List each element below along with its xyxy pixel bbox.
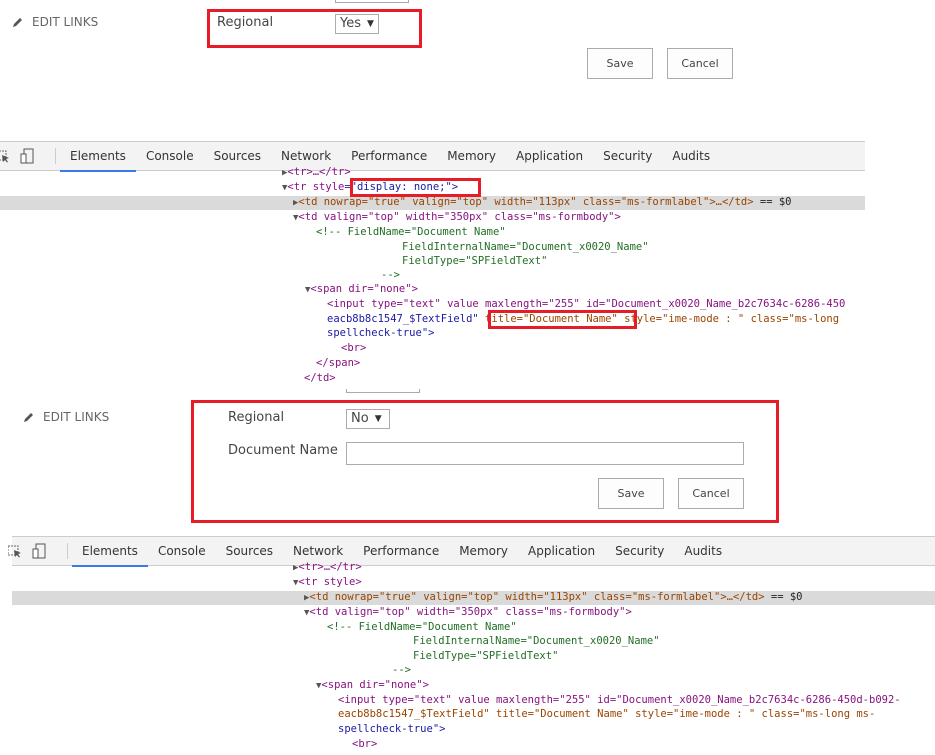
dom-node-span-close: </span>: [316, 357, 361, 369]
dom-node-td-formlabel[interactable]: ▶<td nowrap="true" valign="top" width="1…: [293, 195, 792, 211]
devtools-toolbar: Elements Console Sources Network Perform…: [8, 536, 935, 567]
dom-node[interactable]: ▶<tr>…</tr>: [282, 165, 351, 181]
device-toggle-icon[interactable]: [32, 543, 46, 559]
comment-line: -->: [381, 269, 400, 281]
edit-links-label: EDIT LINKS: [43, 410, 110, 424]
comment-line: <!-- FieldName="Document Name": [316, 226, 506, 238]
tab-security[interactable]: Security: [593, 142, 662, 171]
tab-memory[interactable]: Memory: [437, 142, 506, 171]
tab-console[interactable]: Console: [148, 537, 216, 566]
cancel-button[interactable]: Cancel: [678, 478, 744, 509]
dom-node-input-cont: eacb8b8c1547_$TextField" title="Document…: [338, 708, 876, 720]
regional-select[interactable]: Yes ▼: [335, 14, 379, 34]
tab-sources[interactable]: Sources: [204, 142, 271, 171]
highlight-box-title-attr: [488, 310, 637, 329]
dom-node-td-formlabel[interactable]: ▶<td nowrap="true" valign="top" width="1…: [304, 590, 803, 606]
comment-line: FieldType="SPFieldText": [402, 255, 548, 267]
regional-label: Regional: [228, 410, 285, 425]
tab-sources[interactable]: Sources: [216, 537, 283, 566]
comment-line: <!-- FieldName="Document Name": [327, 621, 517, 633]
pencil-icon: [13, 18, 22, 27]
document-name-input[interactable]: [346, 442, 744, 465]
partial-input-box: [335, 0, 409, 3]
tab-console[interactable]: Console: [136, 142, 204, 171]
cancel-button[interactable]: Cancel: [667, 48, 733, 79]
regional-label: Regional: [217, 15, 274, 30]
device-toggle-icon[interactable]: [20, 148, 34, 164]
regional-select-value: Yes: [340, 16, 361, 31]
dom-node-td-close: </td>: [304, 372, 336, 384]
edit-links-link[interactable]: EDIT LINKS: [23, 410, 109, 424]
devtools-toolbar: Elements Console Sources Network Perform…: [0, 141, 865, 172]
tab-audits[interactable]: Audits: [662, 142, 720, 171]
dom-node-input-cont: spellcheck-true">: [338, 723, 446, 735]
comment-line: FieldType="SPFieldText": [413, 650, 559, 662]
dom-node[interactable]: ▶<tr>…</tr>: [293, 560, 362, 576]
comment-line: FieldInternalName="Document_x0020_Name": [413, 635, 660, 647]
tab-performance[interactable]: Performance: [353, 537, 449, 566]
comment-line: FieldInternalName="Document_x0020_Name": [402, 241, 649, 253]
pencil-icon: [24, 413, 33, 422]
save-button[interactable]: Save: [598, 478, 664, 509]
toolbar-separator: [55, 148, 56, 164]
dom-node-span[interactable]: ▼<span dir="none">: [305, 282, 418, 298]
dom-node-input-cont: spellcheck-true">: [327, 327, 435, 339]
tab-performance[interactable]: Performance: [341, 142, 437, 171]
dom-node-span[interactable]: ▼<span dir="none">: [316, 678, 429, 694]
regional-select[interactable]: No ▼: [346, 409, 390, 429]
save-button[interactable]: Save: [587, 48, 653, 79]
edit-links-link[interactable]: EDIT LINKS: [12, 15, 98, 29]
partial-input-box: [346, 389, 420, 393]
dom-node-br[interactable]: <br>: [352, 737, 377, 752]
dom-node-tr-visible[interactable]: ▼<tr style>: [293, 575, 362, 591]
document-name-label: Document Name: [228, 443, 338, 458]
inspect-element-icon[interactable]: [8, 544, 22, 558]
tab-audits[interactable]: Audits: [674, 537, 732, 566]
edit-links-label: EDIT LINKS: [32, 15, 99, 29]
dom-node-td-formbody[interactable]: ▼<td valign="top" width="350px" class="m…: [293, 210, 621, 226]
dropdown-arrow-icon: ▼: [367, 19, 374, 29]
comment-line: -->: [392, 664, 411, 676]
tab-security[interactable]: Security: [605, 537, 674, 566]
tab-application[interactable]: Application: [518, 537, 605, 566]
tab-elements[interactable]: Elements: [72, 537, 148, 567]
tab-application[interactable]: Application: [506, 142, 593, 171]
tab-elements[interactable]: Elements: [60, 142, 136, 172]
inspect-element-icon[interactable]: [0, 149, 10, 163]
tab-memory[interactable]: Memory: [449, 537, 518, 566]
toolbar-separator: [67, 543, 68, 559]
regional-select-value: No: [351, 411, 369, 426]
dom-node-br[interactable]: <br>: [341, 341, 366, 356]
dom-node-td-formbody[interactable]: ▼<td valign="top" width="350px" class="m…: [304, 605, 632, 621]
dom-node-input[interactable]: <input type="text" value maxlength="255"…: [338, 693, 901, 708]
dropdown-arrow-icon: ▼: [374, 414, 382, 424]
